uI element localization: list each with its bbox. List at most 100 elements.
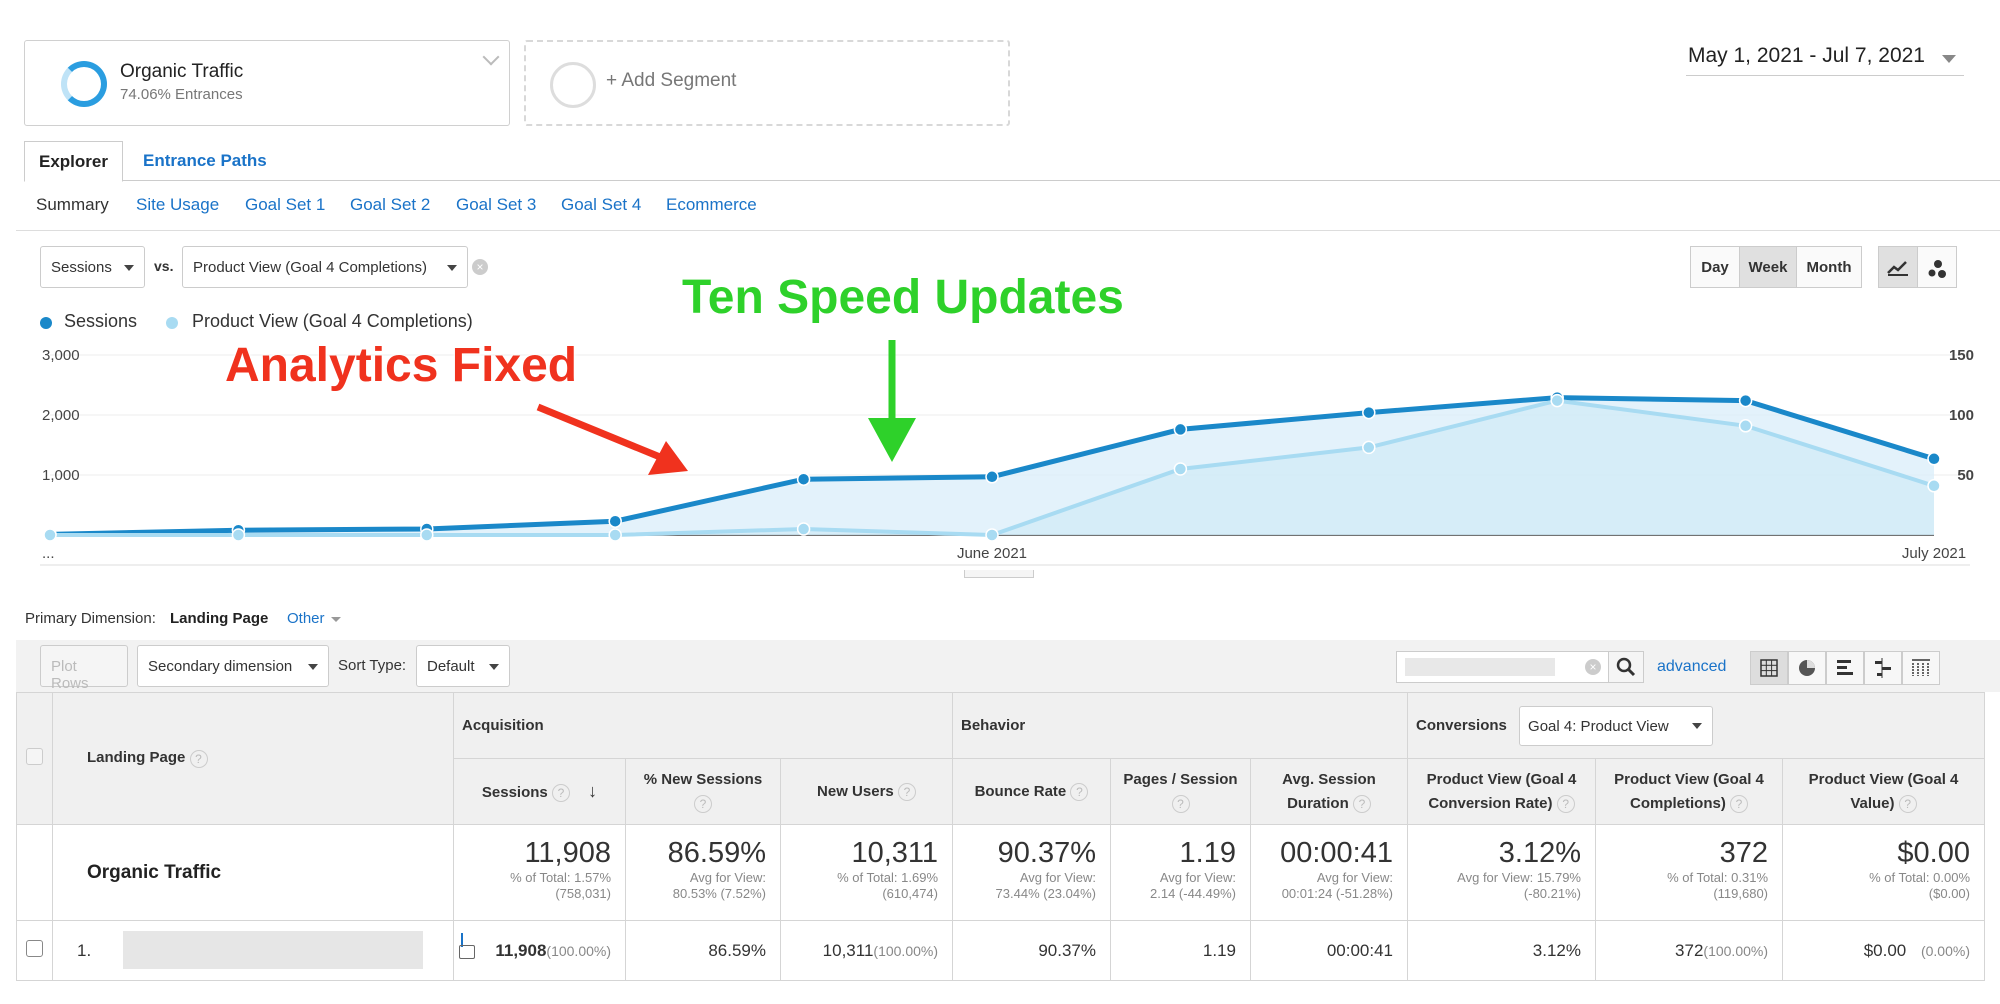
- total-value: 1.19: [1179, 837, 1236, 869]
- col-avg-duration[interactable]: Avg. Session Duration ?: [1250, 758, 1408, 825]
- row-checkbox[interactable]: [26, 939, 43, 957]
- legend-product-view: Product View (Goal 4 Completions): [192, 311, 473, 331]
- primary-metric-select[interactable]: Sessions: [40, 246, 145, 288]
- sort-desc-arrow-icon[interactable]: ↓: [588, 781, 597, 801]
- motion-chart-icon[interactable]: [1917, 246, 1957, 288]
- redacted-search-text: [1405, 658, 1555, 676]
- select-all-checkbox[interactable]: [26, 748, 43, 765]
- chart-collapse-handle[interactable]: [964, 570, 1034, 578]
- clear-search-icon[interactable]: ×: [1585, 659, 1601, 675]
- data-point: [231, 528, 246, 542]
- week-button[interactable]: Week: [1739, 246, 1797, 288]
- col-new-sessions[interactable]: % New Sessions?: [625, 758, 781, 825]
- help-icon[interactable]: ?: [189, 749, 208, 768]
- total-value: 00:00:41: [1280, 837, 1393, 869]
- row-goal-value-value: $0.00: [1863, 940, 1907, 960]
- landing-page-header[interactable]: Landing Page ?: [52, 692, 454, 825]
- tab-explorer[interactable]: Explorer: [24, 141, 123, 182]
- row-avg-duration: 00:00:41: [1250, 920, 1408, 981]
- help-icon[interactable]: ?: [897, 782, 916, 801]
- subnav-site-usage[interactable]: Site Usage: [136, 195, 219, 215]
- help-icon[interactable]: ?: [694, 794, 712, 813]
- chevron-down-icon[interactable]: [482, 48, 500, 66]
- subnav-goal-set-1[interactable]: Goal Set 1: [245, 195, 325, 215]
- open-in-new-icon[interactable]: [459, 945, 475, 959]
- primary-dimension-other[interactable]: Other: [287, 610, 325, 627]
- pie-view-icon[interactable]: [1788, 651, 1826, 685]
- col-new-users[interactable]: New Users ?: [780, 758, 953, 825]
- red-arrow-icon: [536, 403, 688, 475]
- behavior-group-header: Behavior: [952, 692, 1408, 759]
- month-button[interactable]: Month: [1796, 246, 1862, 288]
- caret-down-icon: [447, 265, 457, 271]
- table-view-icon[interactable]: [1750, 651, 1788, 685]
- primary-dimension-landing-page[interactable]: Landing Page: [170, 610, 268, 627]
- row-completions: 372(100.00%): [1595, 920, 1783, 981]
- secondary-dimension-select[interactable]: Secondary dimension: [137, 645, 329, 687]
- pivot-view-icon[interactable]: [1902, 651, 1940, 685]
- tab-entrance-paths[interactable]: Entrance Paths: [129, 141, 281, 182]
- secondary-metric-label: Product View (Goal 4 Completions): [193, 259, 427, 276]
- empty-circle-icon: [550, 62, 596, 108]
- segment-title: Organic Traffic: [120, 61, 244, 82]
- total-sub: ($0.00): [1928, 886, 1970, 901]
- search-icon[interactable]: [1608, 651, 1644, 683]
- help-icon[interactable]: ?: [1730, 794, 1748, 813]
- comparison-view-icon[interactable]: [1864, 651, 1902, 685]
- row-sessions-value: 11,908: [495, 940, 547, 960]
- date-range-picker[interactable]: May 1, 2021 - Jul 7, 2021: [1688, 44, 1925, 68]
- redacted-landing-page-link[interactable]: [123, 931, 423, 969]
- col-conv-rate[interactable]: Product View (Goal 4 Conversion Rate) ?: [1407, 758, 1596, 825]
- subnav-goal-set-4[interactable]: Goal Set 4: [561, 195, 641, 215]
- subnav-ecommerce[interactable]: Ecommerce: [666, 195, 757, 215]
- row-new-users-pct: (100.00%): [873, 942, 938, 959]
- total-sub: 73.44% (23.04%): [995, 886, 1096, 901]
- col-conv-rate-label: Product View (Goal 4 Conversion Rate): [1426, 770, 1577, 812]
- line-chart-icon[interactable]: [1878, 246, 1918, 288]
- goal-select[interactable]: Goal 4: Product View: [1519, 705, 1714, 746]
- sort-type-select[interactable]: Default: [416, 645, 510, 687]
- col-pages-session[interactable]: Pages / Session?: [1110, 758, 1251, 825]
- total-sub: % of Total: 1.69%: [837, 870, 938, 885]
- caret-down-icon: [331, 617, 341, 622]
- help-icon[interactable]: ?: [1070, 782, 1089, 801]
- total-cell: 11,908% of Total: 1.57% (758,031): [453, 824, 626, 921]
- secondary-metric-select[interactable]: Product View (Goal 4 Completions): [182, 246, 468, 288]
- row-landing-page: 1.: [52, 920, 475, 981]
- legend-sessions: Sessions: [64, 311, 138, 331]
- add-segment[interactable]: + Add Segment: [524, 40, 1010, 126]
- total-sub: 2.14 (-44.49%): [1150, 886, 1236, 901]
- subnav-goal-set-2[interactable]: Goal Set 2: [350, 195, 430, 215]
- divider: [16, 230, 2000, 231]
- data-point: [1173, 422, 1188, 437]
- total-cell: 1.19 Avg for View: 2.14 (-44.49%): [1110, 824, 1251, 921]
- day-button[interactable]: Day: [1690, 246, 1740, 288]
- table-search-input[interactable]: ×: [1396, 651, 1644, 683]
- row-new-users-value: 10,311: [822, 940, 874, 960]
- segment-organic-traffic[interactable]: Organic Traffic 74.06% Entrances: [24, 40, 510, 126]
- y-left-tick-label: 2,000: [42, 407, 80, 424]
- total-sub: (-80.21%): [1523, 886, 1581, 901]
- annotation-ten-speed-updates: Ten Speed Updates: [682, 271, 1124, 324]
- col-completions[interactable]: Product View (Goal 4 Completions) ?: [1595, 758, 1783, 825]
- help-icon[interactable]: ?: [1556, 794, 1575, 813]
- help-icon[interactable]: ?: [551, 783, 570, 802]
- subnav-goal-set-3[interactable]: Goal Set 3: [456, 195, 536, 215]
- performance-view-icon[interactable]: [1826, 651, 1864, 685]
- conversions-group-header: Conversions Goal 4: Product View: [1407, 692, 1985, 759]
- help-icon[interactable]: ?: [1898, 794, 1917, 813]
- advanced-filter-link[interactable]: advanced: [1657, 658, 1726, 676]
- chevron-down-icon[interactable]: [1942, 55, 1956, 63]
- help-icon[interactable]: ?: [1171, 794, 1190, 813]
- help-icon[interactable]: ?: [1352, 794, 1371, 813]
- total-cell: 3.12% Avg for View: 15.79% (-80.21%): [1407, 824, 1596, 921]
- x-tick-label: July 2021: [1902, 545, 1966, 562]
- col-goal-value[interactable]: Product View (Goal 4 Value) ?: [1782, 758, 1985, 825]
- subnav-summary[interactable]: Summary: [36, 195, 109, 215]
- col-bounce-rate[interactable]: Bounce Rate ?: [952, 758, 1111, 825]
- plot-rows-button[interactable]: Plot Rows: [40, 645, 128, 692]
- col-sessions[interactable]: Sessions ? ↓: [453, 758, 626, 825]
- clear-metric-icon[interactable]: ×: [472, 259, 488, 275]
- y-right-tick-label: 150: [1949, 347, 1974, 364]
- total-sub: % of Total: 1.57%: [510, 870, 611, 885]
